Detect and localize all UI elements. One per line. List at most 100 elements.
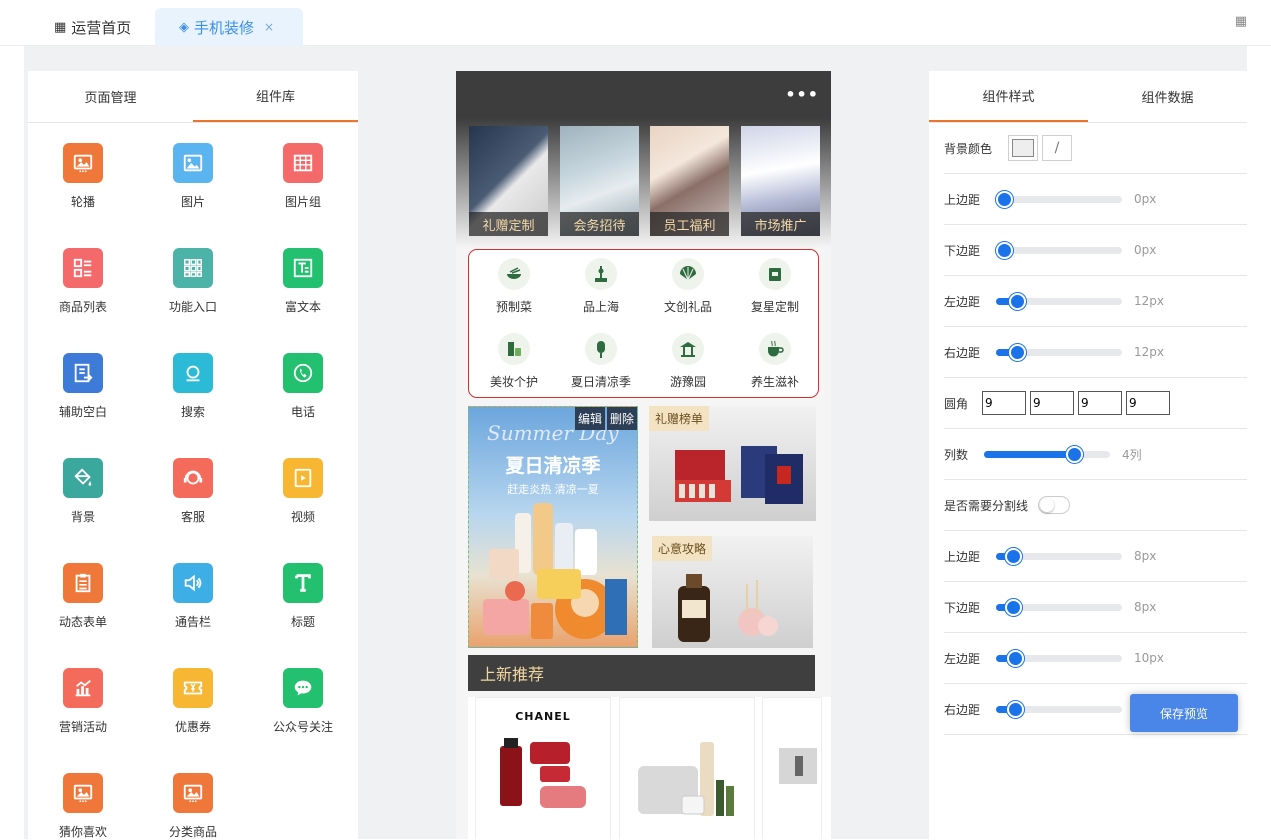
liquor-illustration — [678, 574, 778, 642]
category-card[interactable]: 员工福利 — [650, 126, 729, 236]
component-item[interactable]: 搜索 — [138, 353, 248, 420]
component-item[interactable]: 商品列表 — [28, 248, 138, 315]
spacing-slider[interactable] — [996, 190, 1122, 208]
divider-toggle[interactable] — [1038, 496, 1071, 514]
more-icon[interactable]: ••• — [785, 85, 819, 104]
coupon-icon — [173, 668, 213, 708]
radius-input-bottom-left[interactable] — [1126, 391, 1170, 415]
product-illustration — [483, 503, 627, 639]
spacing-label: 上边距 — [944, 549, 981, 564]
component-item[interactable]: 动态表单 — [28, 563, 138, 630]
tab-page-management[interactable]: 页面管理 — [28, 71, 193, 122]
clear-color-button[interactable]: / — [1042, 135, 1072, 161]
paint-bucket-icon — [63, 458, 103, 498]
function-label: 游豫园 — [669, 375, 706, 389]
function-entry[interactable]: 夏日清凉季 — [557, 333, 645, 390]
component-item[interactable]: 轮播 — [28, 143, 138, 210]
component-item[interactable]: 优惠券 — [138, 668, 248, 735]
delete-button[interactable]: 删除 — [606, 407, 637, 430]
category-banner: 礼赠定制 会务招待 员工福利 市场推广 — [456, 118, 831, 248]
summer-promo-banner[interactable]: Summer Day 夏日清凉季 赶走炎热 清凉一夏 编辑 删除 — [468, 406, 638, 648]
spacing-slider[interactable] — [996, 547, 1122, 565]
slider-knob[interactable] — [1005, 547, 1022, 565]
spacing-slider[interactable] — [996, 343, 1122, 361]
component-item[interactable]: 电话 — [248, 353, 358, 420]
component-item[interactable]: 富文本 — [248, 248, 358, 315]
component-item[interactable]: 公众号关注 — [248, 668, 358, 735]
save-preview-button[interactable]: 保存预览 — [1130, 694, 1238, 732]
function-entry[interactable]: 游豫园 — [644, 333, 732, 390]
function-entry[interactable]: 预制菜 — [470, 258, 558, 315]
slider-knob[interactable] — [1009, 292, 1026, 310]
slider-knob[interactable] — [1005, 598, 1022, 616]
gift-ranking-card[interactable]: 礼赠榜单 — [649, 406, 816, 521]
component-label: 富文本 — [284, 300, 321, 314]
edit-button[interactable]: 编辑 — [574, 407, 605, 430]
function-entry[interactable]: 品上海 — [557, 258, 645, 315]
component-item[interactable]: 背景 — [28, 458, 138, 525]
function-entry[interactable]: 美妆个护 — [470, 333, 558, 390]
radius-input-top-left[interactable] — [982, 391, 1026, 415]
spacing-label: 左边距 — [944, 651, 981, 666]
spacing-slider[interactable] — [996, 649, 1122, 667]
spacing-slider[interactable] — [996, 241, 1122, 259]
spacing-slider[interactable] — [996, 598, 1122, 616]
tab-component-library[interactable]: 组件库 — [193, 71, 358, 122]
slider-knob[interactable] — [1009, 343, 1026, 361]
category-card[interactable]: 市场推广 — [741, 126, 820, 236]
spacing-value: 12px — [1134, 345, 1164, 359]
component-item[interactable]: 图片组 — [248, 143, 358, 210]
close-icon[interactable]: × — [264, 20, 274, 34]
tab-component-data[interactable]: 组件数据 — [1088, 71, 1247, 122]
component-item[interactable]: 猜你喜欢 — [28, 773, 138, 840]
function-entry-block[interactable]: 预制菜 品上海 文创礼品 复星定制美妆个护 夏日清凉季 游豫园 养生滋补 — [468, 249, 819, 398]
component-item[interactable]: 通告栏 — [138, 563, 248, 630]
columns-slider[interactable] — [984, 445, 1110, 463]
component-item[interactable]: 标题 — [248, 563, 358, 630]
component-label: 通告栏 — [174, 615, 211, 629]
spacing-slider[interactable] — [996, 292, 1122, 310]
component-item[interactable]: 营销活动 — [28, 668, 138, 735]
component-item[interactable]: 视频 — [248, 458, 358, 525]
chart-up-icon — [63, 668, 103, 708]
gift-box-illustration — [675, 446, 803, 504]
category-card[interactable]: 礼赠定制 — [469, 126, 548, 236]
component-item[interactable]: 分类商品 — [138, 773, 248, 840]
component-item[interactable]: 客服 — [138, 458, 248, 525]
divider-label: 是否需要分割线 — [944, 498, 1029, 513]
slider-knob[interactable] — [1066, 445, 1083, 463]
tab-operations-home[interactable]: ▦ 运营首页 — [54, 8, 131, 46]
product-card[interactable] — [762, 697, 822, 839]
slider-knob[interactable] — [1007, 649, 1024, 667]
color-picker[interactable] — [1008, 135, 1038, 161]
spacing-label: 上边距 — [944, 192, 981, 207]
form-icon — [63, 563, 103, 603]
category-card[interactable]: 会务招待 — [560, 126, 639, 236]
picture-icon — [173, 143, 213, 183]
apps-icon[interactable]: ▦ — [1235, 14, 1247, 29]
gift-guide-card[interactable]: 心意攻略 — [652, 536, 813, 648]
function-entry[interactable]: 复星定制 — [731, 258, 819, 315]
radius-input-top-right[interactable] — [1030, 391, 1074, 415]
product-card[interactable] — [619, 697, 755, 839]
product-card[interactable]: CHANEL — [475, 697, 611, 839]
spacing-label: 右边距 — [944, 345, 981, 360]
component-item[interactable]: 功能入口 — [138, 248, 248, 315]
component-item[interactable]: 图片 — [138, 143, 248, 210]
slider-knob[interactable] — [996, 241, 1013, 259]
component-label: 营销活动 — [58, 720, 107, 734]
rich-text-icon — [283, 248, 323, 288]
function-entry[interactable]: 养生滋补 — [731, 333, 819, 390]
slider-knob[interactable] — [1007, 700, 1024, 718]
slider-knob[interactable] — [996, 190, 1013, 208]
category-label: 员工福利 — [650, 212, 729, 236]
function-label: 养生滋补 — [750, 375, 799, 389]
video-icon — [283, 458, 323, 498]
component-item[interactable]: 辅助空白 — [28, 353, 138, 420]
spacing-slider[interactable] — [996, 700, 1122, 718]
tab-mobile-decoration[interactable]: ◈ 手机装修 × — [155, 8, 303, 46]
radius-input-bottom-right[interactable] — [1078, 391, 1122, 415]
tab-component-style[interactable]: 组件样式 — [929, 71, 1088, 122]
function-entry[interactable]: 文创礼品 — [644, 258, 732, 315]
category-label: 礼赠定制 — [469, 212, 548, 236]
